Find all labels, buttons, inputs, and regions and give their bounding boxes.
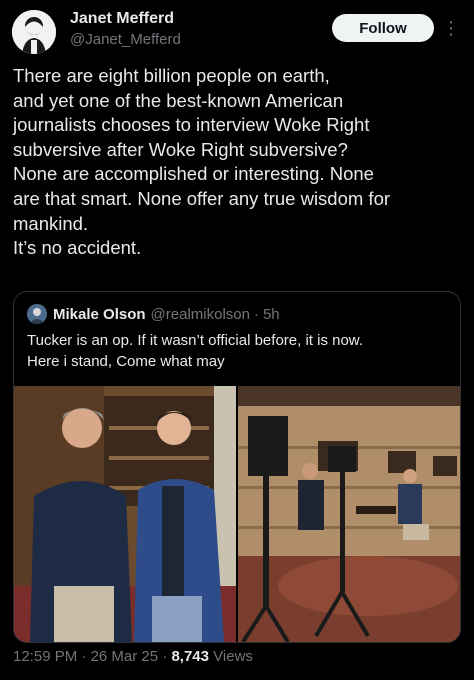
author-avatar[interactable] bbox=[12, 10, 56, 54]
quoted-tweet-text: Tucker is an op. If it wasn’t official b… bbox=[27, 330, 452, 372]
photo-two-men-standing[interactable] bbox=[14, 386, 236, 642]
quoted-tweet-header: Mikale Olson @realmikolson · 5h bbox=[27, 304, 280, 324]
views-count: 8,743 bbox=[171, 648, 209, 665]
post-date: 26 Mar 25 bbox=[90, 648, 159, 665]
tweet-line: subversive after Woke Right subversive? bbox=[13, 138, 348, 160]
views-label: Views bbox=[209, 648, 253, 665]
tweet-line: journalists chooses to interview Woke Ri… bbox=[13, 114, 370, 136]
author-name[interactable]: Janet Mefferd bbox=[70, 10, 174, 28]
quoted-tweet[interactable]: Mikale Olson @realmikolson · 5h Tucker i… bbox=[13, 291, 461, 643]
post-time: 12:59 PM bbox=[13, 648, 78, 665]
author-handle[interactable]: @Janet_Mefferd bbox=[70, 31, 181, 48]
tweet-line: None are accomplished or interesting. No… bbox=[13, 163, 374, 185]
quoted-time: 5h bbox=[262, 305, 280, 323]
tweet-text: There are eight billion people on earth,… bbox=[13, 64, 465, 261]
quoted-author-handle[interactable]: @realmikolson bbox=[151, 306, 250, 323]
footer-separator: · bbox=[77, 648, 91, 665]
avatar-illustration-icon bbox=[12, 10, 56, 54]
tweet-line: It’s no accident. bbox=[13, 237, 142, 259]
tweet-header: Janet Mefferd @Janet_Mefferd Follow ⋮ bbox=[12, 8, 462, 56]
avatar-photo-icon bbox=[27, 304, 47, 324]
quoted-media bbox=[14, 386, 460, 642]
follow-button[interactable]: Follow bbox=[332, 14, 434, 42]
photo-interview-set[interactable] bbox=[238, 386, 460, 642]
meta-separator: · bbox=[253, 305, 259, 323]
quoted-line: Here i stand, Come what may bbox=[27, 353, 225, 370]
quoted-line: Tucker is an op. If it wasn’t official b… bbox=[27, 332, 363, 349]
footer-separator: · bbox=[158, 648, 172, 665]
tweet-line: mankind. bbox=[13, 212, 89, 234]
more-options-icon[interactable]: ⋮ bbox=[442, 14, 460, 42]
tweet-line: are that smart. None offer any true wisd… bbox=[13, 187, 391, 209]
tweet-footer: 12:59 PM · 26 Mar 25 · 8,743 Views bbox=[13, 648, 253, 665]
tweet-line: There are eight billion people on earth, bbox=[13, 65, 330, 86]
quoted-author-name[interactable]: Mikale Olson bbox=[53, 306, 146, 323]
tweet-line: and yet one of the best-known American bbox=[13, 89, 344, 111]
quoted-author-avatar[interactable] bbox=[27, 304, 47, 324]
